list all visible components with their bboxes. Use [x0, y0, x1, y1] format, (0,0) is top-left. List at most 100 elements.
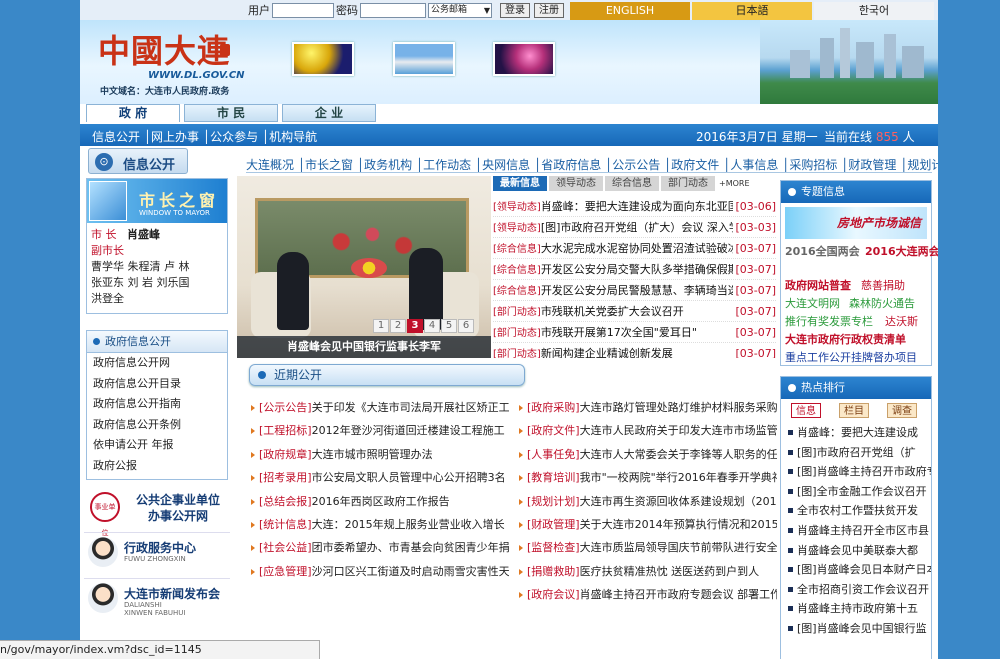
hot-item[interactable]: [图]肖盛峰会见中国银行监 [787, 619, 931, 639]
recent-item[interactable]: [捐赠救助]医疗扶贫精准热忱 送医送药到户到人 [519, 560, 777, 583]
slide-page-button[interactable]: 1 [373, 319, 389, 333]
tab-hot-info[interactable]: 信息 [791, 403, 821, 418]
recent-item[interactable]: [监督检查]大连市质监局领导国庆节前带队进行安全 [519, 536, 777, 559]
mailbox-select[interactable]: 公务邮箱 [428, 2, 492, 18]
special-link[interactable]: 达沃斯 [885, 315, 918, 329]
special-link[interactable]: 2016全国两会 [785, 245, 860, 259]
press-conference-link[interactable]: 大连市新闻发布会 DALIANSHI XINWEN FABUHUI [84, 578, 230, 624]
slideshow-caption[interactable]: 肖盛峰会见中国银行监事长李军 [237, 336, 491, 358]
recent-item[interactable]: [公示公告]关于印发《大连市司法局开展社区矫正工作 [251, 396, 509, 419]
recent-item[interactable]: [财政管理]关于大连市2014年预算执行情况和2015 [519, 513, 777, 536]
special-link[interactable]: 政府网站普查 [785, 279, 851, 293]
news-more-link[interactable]: +MORE [719, 176, 750, 192]
news-item[interactable]: [综合信息]开发区公安分局交警大队多举措确保假期 [03-07] [493, 259, 776, 280]
gov-info-link[interactable]: 依申请公开 年报 [87, 435, 227, 456]
special-link[interactable]: 大连文明网 [785, 297, 840, 311]
real-estate-integrity-banner[interactable]: 房地产市场诚信 [785, 207, 927, 239]
hot-item[interactable]: 肖盛峰主持召开全市区市县 [787, 521, 931, 541]
slide-page-button[interactable]: 2 [390, 319, 406, 333]
lang-english[interactable]: ENGLISH [570, 2, 690, 20]
recent-item[interactable]: [政府文件]大连市人民政府关于印发大连市市场监管 [519, 419, 777, 442]
recent-item[interactable]: [招考录用]市公安局文职人员管理中心公开招聘3名 [251, 466, 509, 489]
recent-item[interactable]: [教育培训]我市"一校两院"举行2016年春季开学典礼 [519, 466, 777, 489]
site-banner: 中國大連 WWW.DL.GOV.CN 中文域名：大连市人民政府.政务 [80, 20, 938, 104]
tab-hot-survey[interactable]: 调查 [887, 403, 917, 418]
register-button[interactable]: 注册 [534, 2, 564, 18]
hot-item[interactable]: 肖盛峰主持市政府第十五 [787, 599, 931, 619]
sub-nav-bar: 信息公开 │网上办事 │公众参与 │机构导航 2016年3月7日 星期一 当前在… [80, 124, 938, 146]
gov-info-link[interactable]: 政府公报 [87, 456, 227, 477]
news-item[interactable]: [综合信息]开发区公安分局民警殷慧慧、李辆琦当选 [03-07] [493, 280, 776, 301]
recent-item[interactable]: [政府规章]大连市城市照明管理办法 [251, 443, 509, 466]
deputy-mayor-row[interactable]: 洪登全 [91, 291, 190, 307]
special-link[interactable]: 重点工作公开挂牌督办项目 [785, 351, 917, 365]
news-item[interactable]: [部门动态]新闻构建企业精诚创新发展 [03-07] [493, 343, 776, 358]
slide-page-button[interactable]: 5 [441, 319, 457, 333]
mayor-window-header[interactable]: 市长之窗 WINDOW TO MAYOR [87, 179, 227, 223]
tab-citizens[interactable]: 市 民 [184, 104, 278, 122]
gov-info-link[interactable]: 政府信息公开目录 [87, 374, 227, 395]
audience-tabs: 政 府 市 民 企 业 [82, 104, 938, 124]
mayor-name[interactable]: 肖盛峰 [127, 228, 160, 241]
hot-item[interactable]: 肖盛峰：要把大连建设成 [787, 423, 931, 443]
sub-nav-links[interactable]: 信息公开 │网上办事 │公众参与 │机构导航 [92, 128, 317, 145]
service-agent-avatar [88, 537, 118, 567]
category-links[interactable]: 大连概况 │市长之窗 │政务机构 │工作动态 │央网信息 │省政府信息 │公示公… [246, 156, 938, 173]
password-input[interactable] [360, 2, 426, 18]
admin-service-center-link[interactable]: 行政服务中心 FUWU ZHONGXIN [84, 532, 230, 572]
username-input[interactable] [272, 2, 334, 18]
language-bar: ENGLISH 日本語 한국어 [568, 2, 934, 20]
gov-info-link[interactable]: 政府信息公开网 [87, 353, 227, 374]
tab-leader-news[interactable]: 领导动态 [549, 176, 603, 191]
slide-page-button[interactable]: 4 [424, 319, 440, 333]
news-item[interactable]: [综合信息]大水泥完成水泥窑协同处置沼渣试验破冰 [03-07] [493, 238, 776, 259]
special-link[interactable]: 2016大连两会 [865, 245, 938, 259]
deputy-mayor-row[interactable]: 张亚东 刘 岩 刘乐国 [91, 275, 190, 291]
top-bar: 用户 密码 公务邮箱 登录 注册 ENGLISH 日本語 한국어 [80, 0, 938, 20]
hot-item[interactable]: [图]市政府召开党组（扩 [787, 443, 931, 463]
news-item[interactable]: [部门动态]市残联机关党委扩大会议召开 [03-07] [493, 301, 776, 322]
news-item[interactable]: [领导动态][图]市政府召开党组（扩大）会议 深入学习 [03-03] [493, 217, 776, 238]
news-item[interactable]: [领导动态]肖盛峰：要把大连建设成为面向东北亚国际航运中心 [03-06] [493, 196, 776, 217]
tab-department-news[interactable]: 部门动态 [661, 176, 715, 191]
hot-item[interactable]: 全市农村工作暨扶贫开发 [787, 501, 931, 521]
tab-latest-news[interactable]: 最新信息 [493, 176, 547, 191]
recent-item[interactable]: [政府会议]肖盛峰主持召开市政府专题会议 部署工作 [519, 583, 777, 606]
special-link[interactable]: 森林防火通告 [849, 297, 915, 311]
special-link[interactable]: 大连市政府行政权责清单 [785, 333, 906, 347]
tab-general-news[interactable]: 综合信息 [605, 176, 659, 191]
photo-slideshow[interactable]: 1 2 3 4 5 6 肖盛峰会见中国银行监事长李军 [237, 176, 491, 358]
site-logo[interactable]: 中國大連 [98, 26, 230, 72]
recent-item[interactable]: [工程招标]2012年登沙河街道回迁楼建设工程施工 [251, 419, 509, 442]
recent-item[interactable]: [人事任免]大连市人大常委会关于李锋等人职务的任免 [519, 443, 777, 466]
hot-item[interactable]: [图]肖盛峰主持召开市政府专 [787, 462, 931, 482]
lang-korean[interactable]: 한국어 [814, 2, 934, 20]
hot-item[interactable]: [图]肖盛峰会见日本财产日本 [787, 560, 931, 580]
special-link[interactable]: 推行有奖发票专栏 [785, 315, 873, 329]
recent-item[interactable]: [社会公益]团市委希望办、市青基会向贫困青少年捐 [251, 536, 509, 559]
recent-item[interactable]: [规划计划]大连市再生资源回收体系建设规划（2015 [519, 490, 777, 513]
login-button[interactable]: 登录 [500, 2, 530, 18]
public-unit-link[interactable]: 事业单位 公共企事业单位 办事公开网 [84, 490, 230, 537]
recent-item[interactable]: [总结会报]2016年西岗区政府工作报告 [251, 490, 509, 513]
slide-page-button-active[interactable]: 3 [407, 319, 423, 333]
recent-item[interactable]: [应急管理]沙河口区兴工街道及时启动雨雪灾害性天气 [251, 560, 509, 583]
press-agent-avatar [88, 583, 118, 613]
special-link[interactable]: 慈善捐助 [861, 279, 905, 293]
recent-item[interactable]: [统计信息]大连：2015年规上服务业营业收入增长 [251, 513, 509, 536]
info-disclosure-title[interactable]: ⊙ 信息公开 [88, 148, 188, 174]
login-form: 用户 密码 公务邮箱 登录 注册 [248, 2, 564, 18]
gov-info-link[interactable]: 政府信息公开指南 [87, 394, 227, 415]
hot-item[interactable]: [图]全市金融工作会议召开 [787, 482, 931, 502]
tab-government[interactable]: 政 府 [86, 104, 180, 122]
gov-info-link[interactable]: 政府信息公开条例 [87, 415, 227, 436]
lang-japanese[interactable]: 日本語 [692, 2, 812, 20]
tab-hot-columns[interactable]: 栏目 [839, 403, 869, 418]
tab-enterprise[interactable]: 企 业 [282, 104, 376, 122]
news-item[interactable]: [部门动态]市残联开展第17次全国"爱耳日" [03-07] [493, 322, 776, 343]
recent-item[interactable]: [政府采购]大连市路灯管理处路灯维护材料服务采购 [519, 396, 777, 419]
hot-item[interactable]: 全市招商引资工作会议召开 [787, 580, 931, 600]
deputy-mayor-row[interactable]: 曹学华 朱程清 卢 林 [91, 259, 190, 275]
hot-item[interactable]: 肖盛峰会见中美联泰大都 [787, 541, 931, 561]
slide-page-button[interactable]: 6 [458, 319, 474, 333]
